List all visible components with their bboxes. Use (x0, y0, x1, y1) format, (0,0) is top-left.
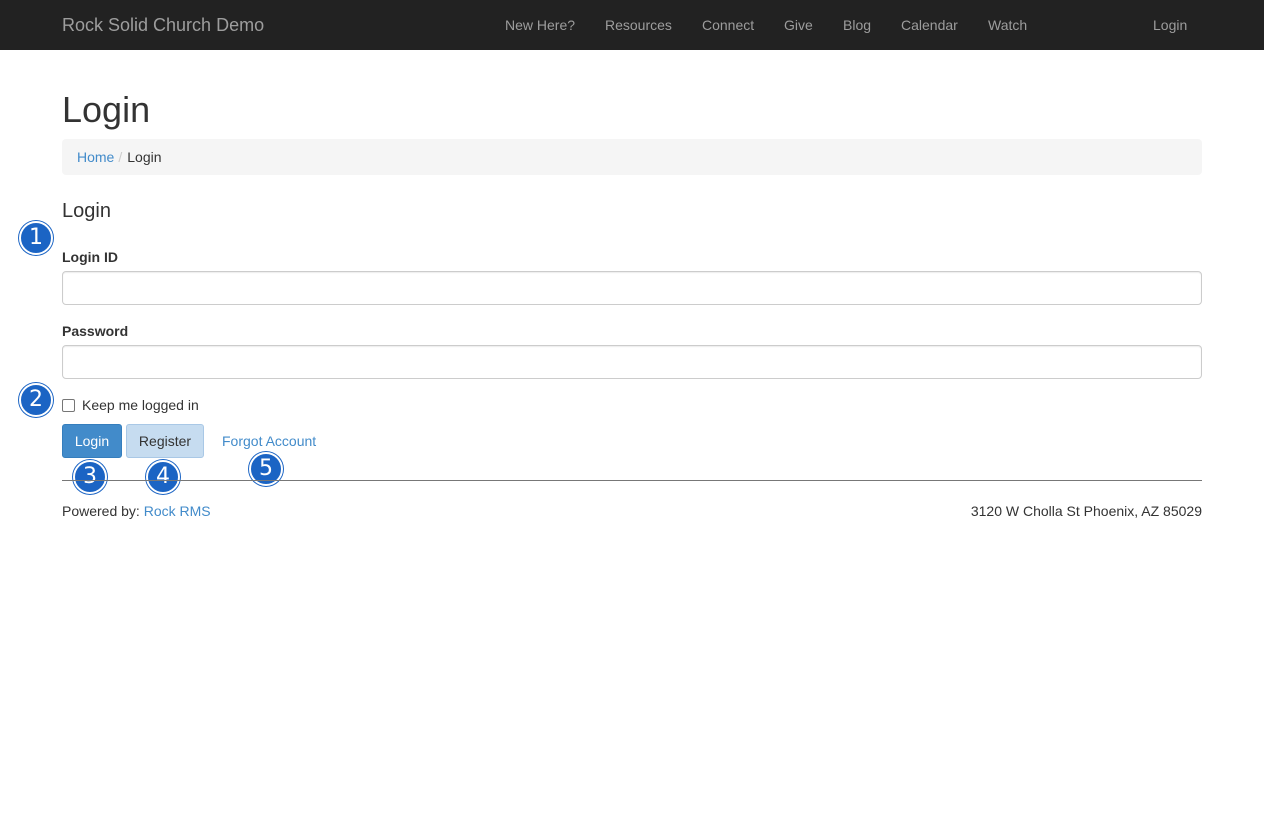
nav-item-give[interactable]: Give (784, 0, 813, 50)
site-brand-link[interactable]: Rock Solid Church Demo (62, 0, 264, 50)
nav-item-watch[interactable]: Watch (988, 0, 1027, 50)
page-title: Login (62, 89, 151, 130)
nav-item-calendar[interactable]: Calendar (901, 0, 958, 50)
login-button[interactable]: Login (62, 424, 122, 458)
footer-powered-by: Powered by: Rock RMS (62, 502, 211, 520)
callout-marker-3: 3 (73, 460, 107, 494)
callout-marker-1: 1 (19, 221, 53, 255)
callout-marker-2: 2 (19, 383, 53, 417)
breadcrumb: Home / Login (62, 139, 1202, 175)
powered-by-label: Powered by: (62, 503, 140, 519)
callout-marker-4: 4 (146, 460, 180, 494)
password-input[interactable] (62, 345, 1202, 379)
forgot-account-link[interactable]: Forgot Account (222, 432, 316, 450)
breadcrumb-current: Login (127, 149, 162, 165)
nav-item-new-here[interactable]: New Here? (505, 0, 575, 50)
keep-logged-in-checkbox[interactable] (62, 398, 75, 412)
rock-rms-link[interactable]: Rock RMS (144, 503, 211, 519)
footer-address: 3120 W Cholla St Phoenix, AZ 85029 (970, 503, 1202, 519)
footer-divider (62, 480, 1202, 481)
password-label: Password (62, 323, 129, 339)
nav-item-resources[interactable]: Resources (605, 0, 672, 50)
top-navbar: Rock Solid Church Demo New Here? Resourc… (0, 0, 1264, 50)
nav-item-connect[interactable]: Connect (702, 0, 754, 50)
login-id-input[interactable] (62, 271, 1202, 305)
nav-login-link[interactable]: Login (1153, 0, 1187, 50)
keep-logged-in-label[interactable]: Keep me logged in (82, 396, 199, 414)
breadcrumb-home-link[interactable]: Home (77, 149, 114, 165)
login-id-label: Login ID (62, 249, 118, 265)
nav-item-blog[interactable]: Blog (843, 0, 871, 50)
register-button[interactable]: Register (126, 424, 204, 458)
keep-logged-in-row[interactable]: Keep me logged in (62, 396, 199, 414)
login-section-heading: Login (62, 200, 111, 222)
breadcrumb-separator: / (118, 149, 123, 165)
